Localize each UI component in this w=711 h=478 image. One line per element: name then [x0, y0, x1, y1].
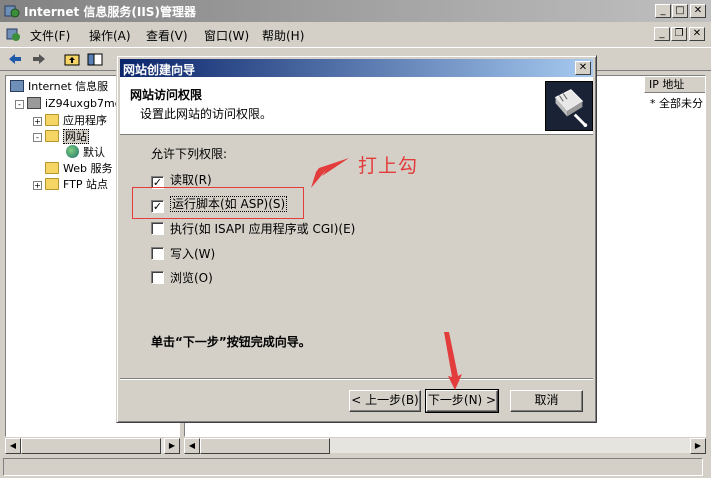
write-checkbox[interactable] [151, 247, 164, 260]
dialog-close-button[interactable]: ✕ [575, 61, 591, 75]
menu-action[interactable]: 操作(A) [89, 27, 131, 44]
status-cell [3, 458, 703, 476]
permission-execute[interactable]: 执行(如 ISAPI 应用程序或 CGI)(E) [151, 221, 355, 237]
close-button[interactable]: ✕ [690, 4, 706, 18]
scroll-left-icon[interactable]: ◀ [5, 438, 21, 454]
mdi-restore-button[interactable]: ❐ [671, 27, 687, 41]
tree-item-label: Web 服务 [63, 162, 113, 175]
header-title: 网站访问权限 [130, 88, 203, 102]
scroll-right-icon[interactable]: ▶ [164, 438, 180, 454]
menubar: 文件(F) 操作(A) 查看(V) 窗口(W) 帮助(H) _ ❐ ✕ [0, 22, 711, 46]
website-creation-wizard-dialog: 网站创建向导 ✕ 网站访问权限 设置此网站的访问权限。 允许下列权限: ✓ 读取(… [116, 55, 597, 423]
scroll-thumb[interactable] [200, 438, 330, 454]
collapse-icon[interactable]: - [15, 100, 24, 109]
permissions-label: 允许下列权限: [151, 147, 228, 161]
folder-icon [45, 178, 59, 190]
tree-item-web-ext[interactable]: Web 服务 [45, 161, 112, 177]
menu-help[interactable]: 帮助(H) [262, 27, 304, 44]
dialog-separator [120, 378, 593, 380]
expand-icon[interactable]: + [33, 117, 42, 126]
annotation-highlight-box [132, 187, 304, 219]
window-title: Internet 信息服务(IIS)管理器 [24, 5, 196, 19]
back-arrow-icon[interactable] [6, 51, 24, 68]
window-titlebar: Internet 信息服务(IIS)管理器 _ □ ✕ [0, 0, 711, 22]
write-label: 写入(W) [170, 247, 216, 261]
tree-hscrollbar[interactable]: ◀ ▶ [5, 437, 180, 454]
column-header-ip[interactable]: IP 地址 [644, 76, 705, 93]
back-button[interactable]: < 上一步(B) [349, 390, 421, 412]
permission-browse[interactable]: 浏览(O) [151, 270, 213, 286]
mdi-minimize-button[interactable]: _ [654, 27, 670, 41]
next-button[interactable]: 下一步(N) > [425, 389, 499, 413]
permission-write[interactable]: 写入(W) [151, 246, 215, 262]
minimize-button[interactable]: _ [655, 4, 671, 18]
wizard-book-icon [545, 81, 593, 131]
dialog-titlebar: 网站创建向导 ✕ [120, 59, 593, 77]
tree-item-app-pools[interactable]: + 应用程序 [33, 113, 107, 129]
menu-file[interactable]: 文件(F) [30, 27, 70, 44]
cancel-button[interactable]: 取消 [510, 390, 583, 412]
tree-item-label: FTP 站点 [63, 178, 108, 191]
read-label: 读取(R) [170, 173, 212, 187]
statusbar [0, 456, 711, 478]
tree-item-label: 网站 [63, 129, 89, 144]
dialog-body: 允许下列权限: ✓ 读取(R) ✓ 运行脚本(如 ASP)(S) 执行(如 ISAP… [120, 136, 593, 382]
tree-item-default-site[interactable]: 默认 [66, 145, 105, 161]
annotation-text: 打上勾 [358, 155, 419, 177]
tree-item-websites[interactable]: - 网站 [33, 129, 89, 145]
browse-label: 浏览(O) [170, 271, 213, 285]
browse-checkbox[interactable] [151, 271, 164, 284]
maximize-button[interactable]: □ [672, 4, 688, 18]
globe-icon [66, 145, 79, 158]
expand-icon[interactable]: + [33, 181, 42, 190]
list-cell-ip: * 全部未分 [650, 97, 703, 110]
dialog-title: 网站创建向导 [123, 63, 196, 77]
mmc-icon[interactable] [5, 26, 21, 42]
tree-item-server[interactable]: - iZ94uxgb7mo [15, 96, 121, 112]
forward-arrow-icon[interactable] [30, 51, 48, 68]
folder-icon [45, 114, 59, 126]
dialog-header: 网站访问权限 设置此网站的访问权限。 [120, 77, 593, 135]
folder-open-icon [45, 130, 59, 142]
tree-item-label: 默认 [83, 146, 105, 159]
header-subtitle: 设置此网站的访问权限。 [140, 107, 273, 121]
list-hscrollbar[interactable]: ◀ ▶ [184, 437, 706, 454]
menu-window[interactable]: 窗口(W) [204, 27, 249, 44]
scroll-thumb[interactable] [21, 438, 161, 454]
show-tree-icon[interactable] [86, 51, 104, 68]
up-folder-icon[interactable] [63, 51, 81, 68]
tree-item-label: 应用程序 [63, 114, 107, 127]
permission-read[interactable]: ✓ 读取(R) [151, 172, 212, 189]
execute-checkbox[interactable] [151, 222, 164, 235]
collapse-icon[interactable]: - [33, 133, 42, 142]
tree-item-label: Internet 信息服 [28, 80, 109, 93]
scroll-left-icon[interactable]: ◀ [184, 438, 200, 454]
tree-item-label: iZ94uxgb7mo [45, 97, 122, 110]
tree-item-root[interactable]: Internet 信息服 [10, 79, 108, 95]
execute-label: 执行(如 ISAPI 应用程序或 CGI)(E) [170, 222, 356, 236]
folder-icon [45, 162, 59, 174]
scroll-right-icon[interactable]: ▶ [690, 438, 706, 454]
mdi-close-button[interactable]: ✕ [689, 27, 705, 41]
iis-app-icon [4, 5, 20, 18]
tree-item-ftp[interactable]: + FTP 站点 [33, 177, 108, 193]
iis-icon [10, 80, 24, 92]
menu-view[interactable]: 查看(V) [146, 27, 188, 44]
finish-note: 单击“下一步”按钮完成向导。 [151, 335, 311, 349]
server-icon [27, 97, 41, 109]
